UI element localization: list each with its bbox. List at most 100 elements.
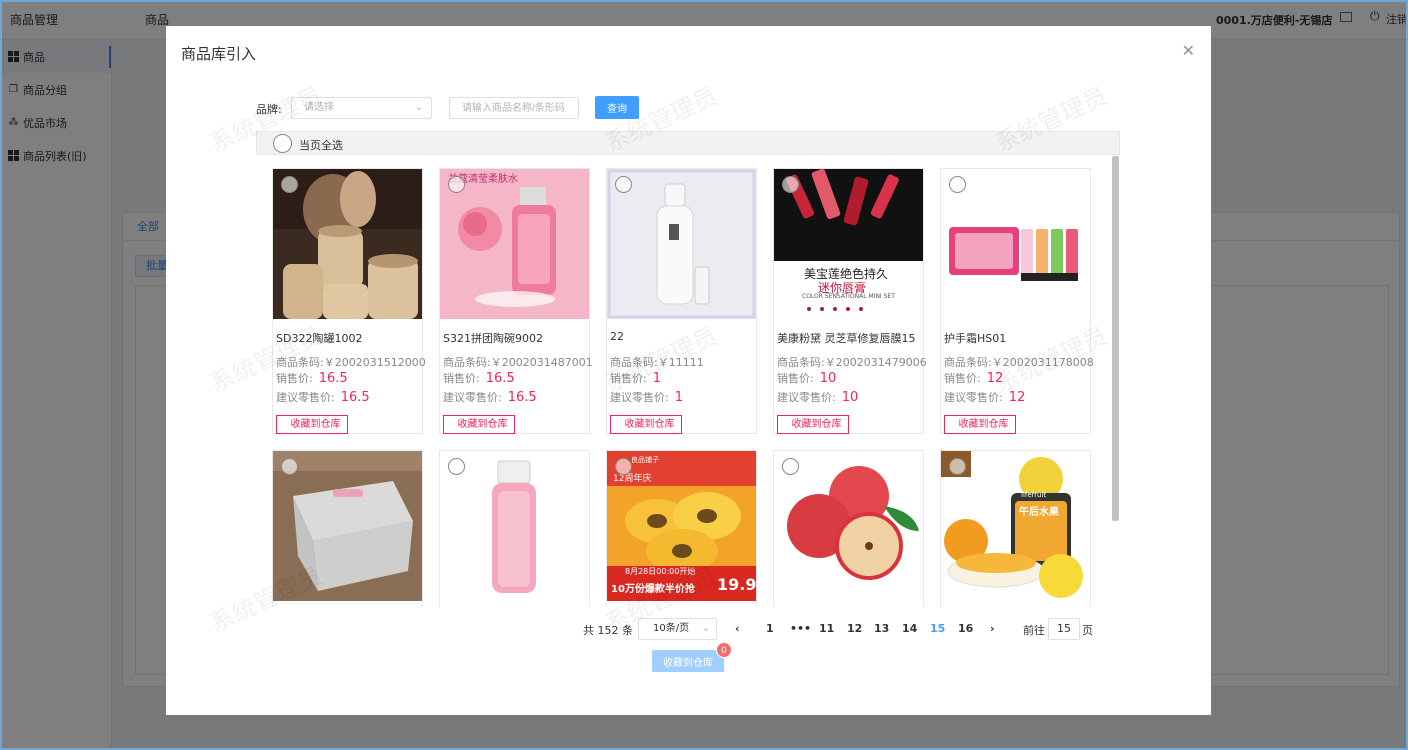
product-card[interactable]: SD322陶罐1002 商品条码:￥2002031512000 销售价: 16.5…	[272, 168, 426, 434]
product-select-radio[interactable]	[949, 458, 966, 475]
close-icon[interactable]: ✕	[1182, 41, 1195, 60]
product-select-radio[interactable]	[615, 176, 632, 193]
barcode-label: 商品条码:	[443, 356, 491, 369]
retail-price-value: 10	[841, 390, 859, 405]
product-card[interactable]: lifefruit 午后水果	[940, 450, 1091, 607]
add-to-warehouse-button[interactable]: 收藏到仓库	[944, 415, 1016, 434]
grid-scrollbar[interactable]	[1112, 156, 1119, 521]
page-1[interactable]: 1	[766, 622, 774, 635]
add-selected-to-warehouse-button[interactable]: 收藏到仓库	[652, 650, 724, 672]
brand-select[interactable]: 请选择 ⌄	[291, 97, 432, 119]
modal-title: 商品库引入	[181, 45, 257, 63]
product-select-radio[interactable]	[782, 458, 799, 475]
product-sale-price: 销售价: 1	[610, 370, 661, 386]
product-card[interactable]: 护手霜HS01 商品条码:￥2002031178008 销售价: 12 建议零售价…	[940, 168, 1094, 434]
product-select-radio[interactable]	[949, 176, 966, 193]
retail-price-label: 建议零售价:	[944, 391, 1003, 404]
goto-suffix: 页	[1082, 624, 1093, 637]
add-to-warehouse-button[interactable]: 收藏到仓库	[276, 415, 348, 434]
product-retail-price: 建议零售价: 10	[777, 389, 858, 405]
product-retail-price: 建议零售价: 16.5	[443, 389, 537, 405]
page-14[interactable]: 14	[902, 622, 917, 635]
product-card[interactable]: 良品铺子 12周年庆 8月28日00:00开始 10万份爆款半价抢 19.9	[606, 450, 757, 607]
product-select-radio[interactable]	[281, 176, 298, 193]
search-input[interactable]	[449, 97, 579, 119]
product-image: lifefruit 午后水果	[941, 451, 1090, 601]
image-brand: lifefruit	[1021, 491, 1047, 499]
next-page-icon[interactable]: ›	[990, 622, 995, 635]
query-button[interactable]: 查询	[595, 96, 639, 119]
product-retail-price: 建议零售价: 16.5	[276, 389, 370, 405]
product-barcode: 商品条码:￥2002031178008	[944, 354, 1094, 370]
product-select-radio[interactable]	[281, 458, 298, 475]
retail-price-value: 16.5	[340, 390, 370, 405]
product-image: 良品铺子 12周年庆 8月28日00:00开始 10万份爆款半价抢 19.9	[607, 451, 756, 601]
add-to-warehouse-button[interactable]: 收藏到仓库	[777, 415, 849, 434]
goto-label: 前往	[1023, 624, 1045, 637]
sale-price-label: 销售价:	[276, 372, 313, 385]
select-all-radio[interactable]	[273, 134, 292, 153]
product-card[interactable]: 22 商品条码:￥11111 销售价: 1 建议零售价: 1 收藏到仓库	[606, 168, 757, 434]
product-card[interactable]	[272, 450, 423, 607]
retail-price-label: 建议零售价:	[276, 391, 335, 404]
page-15[interactable]: 15	[930, 622, 945, 635]
product-name: S321拼团陶碗9002	[443, 332, 543, 345]
barcode-label: 商品条码:	[777, 356, 825, 369]
product-select-radio[interactable]	[448, 458, 465, 475]
product-image	[440, 451, 589, 601]
retail-price-value: 16.5	[507, 390, 537, 405]
sale-price-label: 销售价:	[944, 372, 981, 385]
product-card[interactable]	[773, 450, 924, 607]
product-sale-price: 销售价: 16.5	[276, 370, 348, 386]
sale-price-value: 10	[819, 371, 837, 386]
prev-page-icon[interactable]: ‹	[735, 622, 740, 635]
sale-price-value: 12	[986, 371, 1004, 386]
barcode-value: ￥11111	[657, 356, 704, 369]
chevron-down-icon: ⌄	[414, 102, 423, 113]
brand-label: 品牌:	[256, 103, 282, 116]
retail-price-value: 12	[1008, 390, 1026, 405]
image-date: 8月28日00:00开始	[625, 567, 696, 576]
product-sale-price: 销售价: 16.5	[443, 370, 515, 386]
page-16[interactable]: 16	[958, 622, 973, 635]
product-card[interactable]: 兰蔻清莹柔肤水 S321拼团陶碗9002 商品条码:￥2002031487001…	[439, 168, 593, 434]
product-sale-price: 销售价: 10	[777, 370, 836, 386]
product-retail-price: 建议零售价: 1	[610, 389, 683, 405]
product-barcode: 商品条码:￥11111	[610, 354, 704, 370]
product-image: 美宝莲绝色持久 迷你唇膏 COLOR SENSATIONAL MINI SET	[774, 169, 923, 319]
page-size-select[interactable]: 10条/页 ⌄	[638, 618, 717, 640]
product-select-radio[interactable]	[448, 176, 465, 193]
page-size-value: 10条/页	[653, 623, 690, 634]
page-13[interactable]: 13	[874, 622, 889, 635]
retail-price-value: 1	[674, 390, 683, 405]
brand-select-placeholder: 请选择	[304, 102, 334, 113]
barcode-label: 商品条码:	[610, 356, 658, 369]
product-select-radio[interactable]	[615, 458, 632, 475]
product-barcode: 商品条码:￥2002031487001	[443, 354, 593, 370]
product-name: 美康粉黛 灵芝草修复唇膜15	[777, 332, 916, 345]
page-ellipsis[interactable]: •••	[790, 622, 811, 635]
image-price: 19.9	[717, 575, 756, 594]
product-image	[774, 451, 923, 601]
product-barcode: 商品条码:￥2002031512000	[276, 354, 426, 370]
selected-count-badge: 0	[716, 642, 732, 658]
page-11[interactable]: 11	[819, 622, 834, 635]
add-to-warehouse-button[interactable]: 收藏到仓库	[610, 415, 682, 434]
add-to-warehouse-button[interactable]: 收藏到仓库	[443, 415, 515, 434]
barcode-value: ￥2002031479006	[824, 356, 927, 369]
product-card[interactable]: 美宝莲绝色持久 迷你唇膏 COLOR SENSATIONAL MINI SET …	[773, 168, 927, 434]
page-12[interactable]: 12	[847, 622, 862, 635]
sale-price-label: 销售价:	[777, 372, 814, 385]
image-promo: 10万份爆款半价抢	[611, 584, 695, 595]
product-select-radio[interactable]	[782, 176, 799, 193]
goto-page-input[interactable]: 15	[1048, 618, 1080, 640]
product-card[interactable]	[439, 450, 590, 607]
product-grid: SD322陶罐1002 商品条码:￥2002031512000 销售价: 16.5…	[256, 155, 1120, 607]
barcode-value: ￥2002031178008	[991, 356, 1094, 369]
sale-price-value: 1	[652, 371, 661, 386]
barcode-value: ￥2002031512000	[323, 356, 426, 369]
barcode-label: 商品条码:	[944, 356, 992, 369]
product-image: 兰蔻清莹柔肤水	[440, 169, 589, 319]
retail-price-label: 建议零售价:	[610, 391, 669, 404]
sale-price-label: 销售价:	[610, 372, 647, 385]
